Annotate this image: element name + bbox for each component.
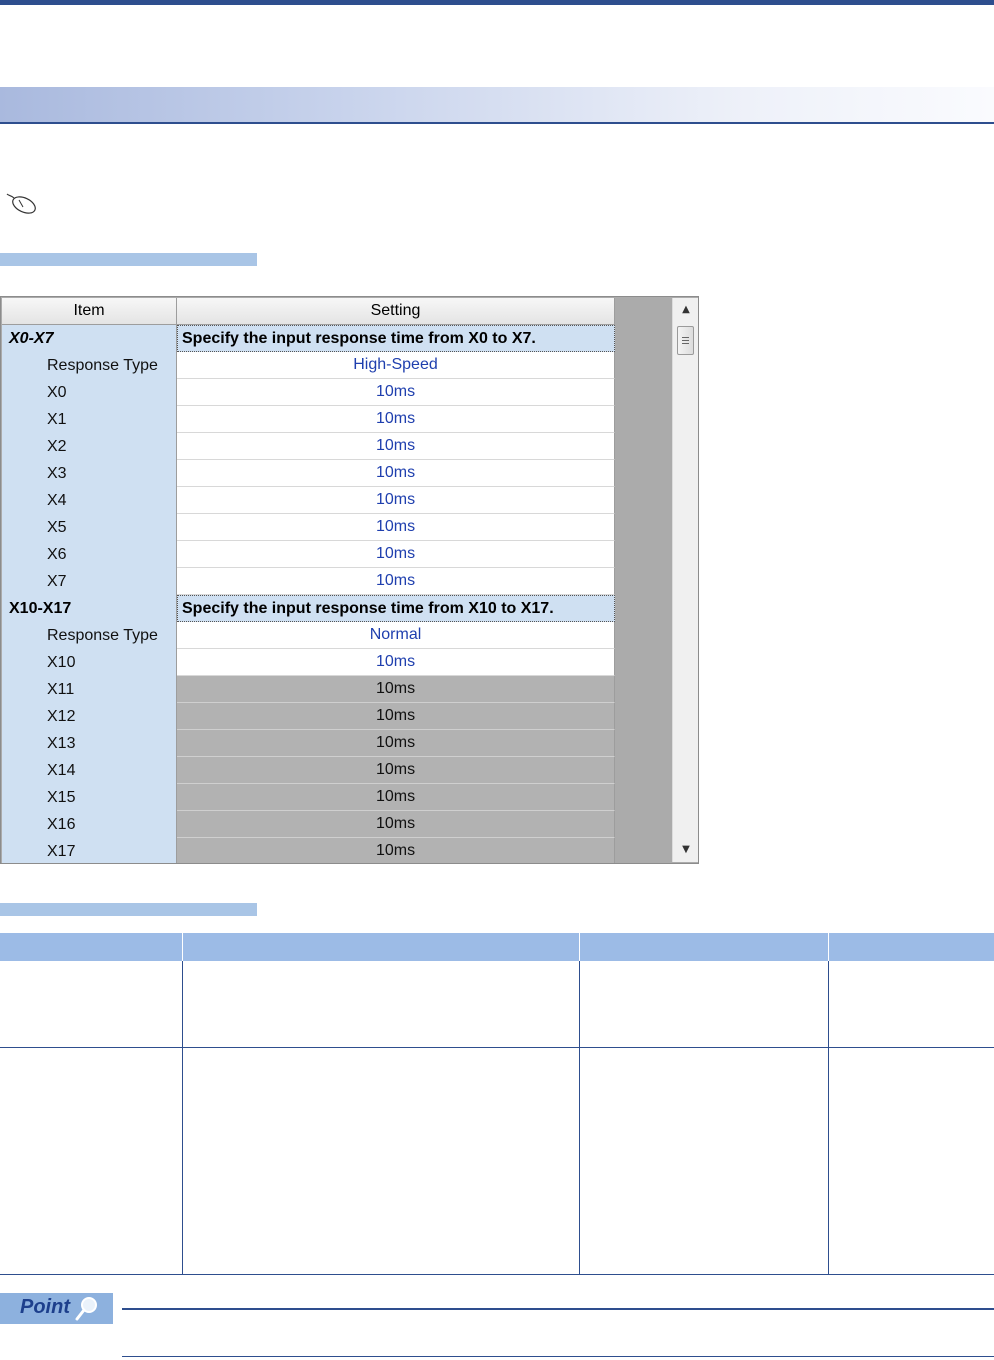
setting-value: 10ms [177,757,615,784]
spec-table-header-cell [828,933,994,961]
magnifier-icon [75,1297,97,1321]
setting-value[interactable]: Normal [177,622,615,649]
group-item-label[interactable]: X10-X17 [2,595,177,622]
setting-value: 10ms [177,676,615,703]
setting-value: 10ms [177,838,615,863]
table-cell [0,961,183,1048]
grid-row[interactable]: X5 10ms [2,514,615,541]
grid-row[interactable]: X11 10ms [2,676,615,703]
parameter-spec-table [0,933,994,1275]
grid-row[interactable]: X1 10ms [2,406,615,433]
item-label[interactable]: X15 [2,784,177,811]
grid-row[interactable]: X10 10ms [2,649,615,676]
item-label[interactable]: X14 [2,757,177,784]
parameter-grid: Item Setting X0-X7 Specify the input resp… [2,298,615,863]
point-rule-top [122,1308,994,1310]
grid-row[interactable]: Response Type High-Speed [2,352,615,379]
setting-value: 10ms [177,811,615,838]
setting-value[interactable]: 10ms [177,541,615,568]
item-label[interactable]: X12 [2,703,177,730]
scroll-down-arrow-icon[interactable]: ▼ [673,840,698,860]
grid-header: Item Setting [2,298,615,325]
grid-row[interactable]: X15 10ms [2,784,615,811]
spec-table-header-cell [0,933,183,961]
item-label[interactable]: X6 [2,541,177,568]
table-row [0,961,994,1048]
spec-table-header-cell [579,933,829,961]
column-header-setting[interactable]: Setting [177,298,615,325]
grid-row[interactable]: X3 10ms [2,460,615,487]
grid-row[interactable]: X2 10ms [2,433,615,460]
scroll-up-arrow-icon[interactable]: ▲ [673,300,698,320]
setting-value[interactable]: High-Speed [177,352,615,379]
grid-row[interactable]: X17 10ms [2,838,615,863]
table-cell [828,961,994,1048]
mouse-icon [6,193,36,214]
table-cell [0,1047,183,1275]
setting-value: 10ms [177,730,615,757]
window-subheading-bar [0,253,257,266]
parameter-window: Item Setting X0-X7 Specify the input resp… [0,296,699,864]
point-badge: Point [0,1293,113,1324]
item-label[interactable]: X2 [2,433,177,460]
spec-table-header-cell [182,933,580,961]
table-cell [828,1047,994,1275]
table-cell [182,1047,580,1275]
setting-value[interactable]: 10ms [177,568,615,595]
table-row [0,1047,994,1275]
point-rule-bottom [122,1356,994,1357]
grid-row[interactable]: X4 10ms [2,487,615,514]
table-cell [579,961,829,1048]
table-cell [579,1047,829,1275]
grid-row[interactable]: X0 10ms [2,379,615,406]
item-label[interactable]: X1 [2,406,177,433]
item-label[interactable]: Response Type [2,352,177,379]
section-heading-band [0,87,994,124]
vertical-scrollbar[interactable]: ▲ ▼ [672,298,698,862]
grid-row[interactable]: X13 10ms [2,730,615,757]
setting-value[interactable]: 10ms [177,379,615,406]
setting-value[interactable]: 10ms [177,433,615,460]
item-label[interactable]: X11 [2,676,177,703]
group-description: Specify the input response time from X0 … [177,325,615,352]
setting-value[interactable]: 10ms [177,487,615,514]
top-rule [0,0,994,5]
grid-body: X0-X7 Specify the input response time fro… [2,325,615,863]
point-label: Point [20,1296,70,1318]
item-label[interactable]: X16 [2,811,177,838]
item-label[interactable]: X17 [2,838,177,863]
item-label[interactable]: X10 [2,649,177,676]
grid-row[interactable]: X7 10ms [2,568,615,595]
grid-row[interactable]: X12 10ms [2,703,615,730]
setting-value[interactable]: 10ms [177,406,615,433]
setting-value: 10ms [177,784,615,811]
grid-row[interactable]: X16 10ms [2,811,615,838]
item-label[interactable]: X3 [2,460,177,487]
item-label[interactable]: X4 [2,487,177,514]
grid-row[interactable]: Response Type Normal [2,622,615,649]
item-label[interactable]: X5 [2,514,177,541]
item-label[interactable]: X7 [2,568,177,595]
item-label[interactable]: Response Type [2,622,177,649]
grid-row[interactable]: X6 10ms [2,541,615,568]
group-description: Specify the input response time from X10… [177,595,615,622]
column-header-item[interactable]: Item [2,298,177,325]
group-item-label[interactable]: X0-X7 [2,325,177,352]
setting-value[interactable]: 10ms [177,514,615,541]
item-label[interactable]: X13 [2,730,177,757]
spec-table-header-row [0,933,994,961]
grid-row[interactable]: X14 10ms [2,757,615,784]
item-label[interactable]: X0 [2,379,177,406]
scroll-thumb[interactable] [677,326,694,355]
grid-row[interactable]: X0-X7 Specify the input response time fro… [2,325,615,352]
setting-value: 10ms [177,703,615,730]
table-subheading-bar [0,903,257,916]
setting-value[interactable]: 10ms [177,460,615,487]
grid-row[interactable]: X10-X17 Specify the input response time f… [2,595,615,622]
setting-value[interactable]: 10ms [177,649,615,676]
table-cell [182,961,580,1048]
